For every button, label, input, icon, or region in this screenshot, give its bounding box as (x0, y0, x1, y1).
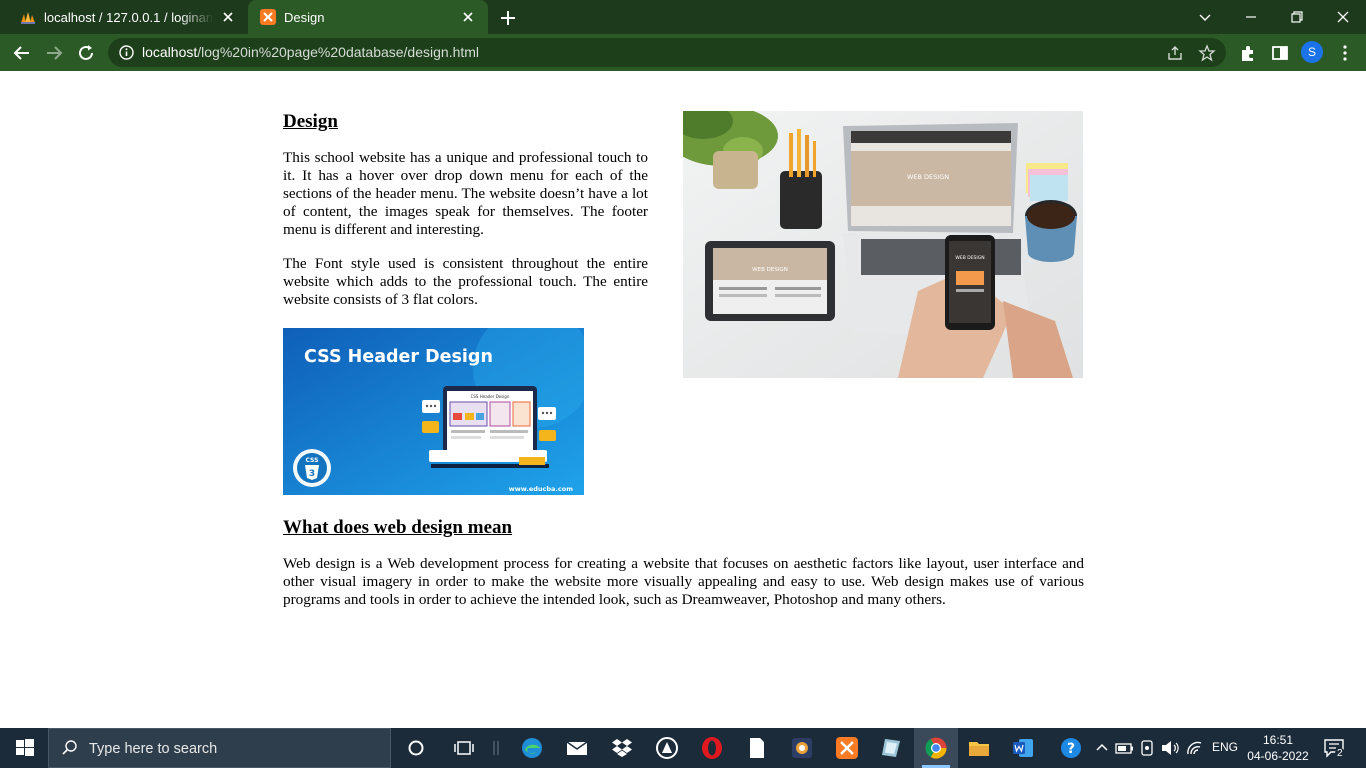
task-view-icon[interactable] (452, 736, 476, 760)
bookmark-star-icon[interactable] (1198, 44, 1216, 62)
css-header-design-image: CSS Header Design CSS Header Design CSS (283, 328, 584, 495)
clock-time: 16:51 (1262, 733, 1294, 747)
page-content: Design This school website has a unique … (0, 71, 1366, 728)
forward-icon[interactable] (43, 42, 65, 64)
phpmyadmin-icon (20, 9, 36, 25)
app-circle-icon[interactable] (655, 736, 679, 760)
menu-kebab-icon[interactable] (1334, 42, 1356, 64)
svg-text:?: ? (1067, 741, 1075, 757)
tablet-screen-text: WEB DESIGN (752, 267, 788, 273)
new-tab-icon[interactable] (498, 8, 518, 28)
tab-phpmyadmin[interactable]: localhost / 127.0.0.1 / loginandregister (8, 0, 248, 34)
tab-title: localhost / 127.0.0.1 / loginandregister (44, 9, 214, 25)
chrome-taskbar-active[interactable] (914, 728, 958, 768)
sticky-app-icon[interactable] (879, 736, 903, 760)
url-path: /log%20in%20page%20database/design.html (197, 44, 480, 60)
close-tab-icon[interactable] (220, 9, 236, 25)
help-icon[interactable]: ? (1059, 736, 1083, 760)
css-badge-label: CSS (306, 457, 319, 464)
chrome-icon (925, 737, 947, 759)
side-panel-icon[interactable] (1269, 42, 1291, 64)
restore-icon[interactable] (1286, 6, 1308, 28)
css-image-watermark: www.educba.com (509, 485, 573, 493)
clock[interactable]: 16:51 04-06-2022 (1240, 732, 1316, 764)
browser-toolbar: localhost/log%20in%20page%20database/des… (0, 34, 1366, 71)
design-paragraph-1: This school website has a unique and pro… (283, 149, 648, 238)
notepad-icon[interactable] (745, 736, 769, 760)
notification-count-badge: 2 (1335, 748, 1345, 759)
web-design-meaning-section: What does web design mean Web design is … (283, 517, 1084, 609)
battery-icon[interactable] (1112, 736, 1136, 760)
cortana-icon[interactable] (404, 736, 428, 760)
minimize-icon[interactable] (1240, 6, 1262, 28)
address-bar[interactable]: localhost/log%20in%20page%20database/des… (108, 38, 1226, 67)
tab-title: Design (284, 9, 325, 25)
profile-avatar[interactable]: S (1301, 41, 1323, 63)
tray-chevron-up-icon[interactable] (1090, 736, 1114, 760)
laptop-screen-text: WEB DESIGN (907, 173, 949, 181)
web-design-meaning-paragraph: Web design is a Web development process … (283, 555, 1084, 608)
taskbar-divider-icon (493, 741, 499, 755)
mail-icon[interactable] (565, 736, 589, 760)
search-placeholder: Type here to search (89, 741, 218, 757)
reload-icon[interactable] (75, 42, 97, 64)
svg-text:3: 3 (309, 469, 315, 479)
file-explorer-icon[interactable] (967, 736, 991, 760)
xampp-taskbar-icon[interactable] (835, 736, 859, 760)
photo-app-icon[interactable] (790, 736, 814, 760)
design-heading: Design (283, 111, 338, 132)
taskbar-search-box[interactable]: Type here to search (48, 728, 391, 768)
edge-icon[interactable] (520, 736, 544, 760)
site-info-icon[interactable] (118, 44, 135, 61)
opera-icon[interactable] (700, 736, 724, 760)
windows-start-icon[interactable] (13, 736, 37, 760)
tab-design[interactable]: Design (248, 0, 488, 34)
share-icon[interactable] (1166, 44, 1184, 62)
close-window-icon[interactable] (1332, 6, 1354, 28)
tab-search-chevron-icon[interactable] (1194, 6, 1216, 28)
phone-screen-text: WEB DESIGN (955, 255, 984, 261)
extensions-icon[interactable] (1237, 42, 1259, 64)
css-image-screen-title: CSS Header Design (471, 394, 510, 399)
dropbox-icon[interactable] (610, 736, 634, 760)
wifi-icon[interactable] (1183, 736, 1207, 760)
close-tab-icon[interactable] (460, 9, 476, 25)
meet-now-icon[interactable] (1135, 736, 1159, 760)
tab-strip: localhost / 127.0.0.1 / loginandregister… (0, 0, 1366, 34)
url-text[interactable]: localhost/log%20in%20page%20database/des… (142, 44, 479, 60)
web-design-meaning-heading: What does web design mean (283, 517, 513, 538)
search-icon (62, 740, 77, 755)
windows-taskbar: Type here to search ? ENG 16:51 04-06-20… (0, 728, 1366, 768)
web-design-workspace-image: WEB DESIGN WEB DESIGN WEB DESIGN (683, 111, 1083, 378)
css-image-title: CSS Header Design (304, 347, 493, 367)
design-paragraph-2: The Font style used is consistent throug… (283, 255, 648, 308)
xampp-icon (260, 9, 276, 25)
word-icon[interactable] (1011, 736, 1035, 760)
back-icon[interactable] (11, 42, 33, 64)
url-host: localhost (142, 44, 198, 60)
language-indicator[interactable]: ENG (1212, 740, 1238, 754)
clock-date: 04-06-2022 (1247, 749, 1309, 763)
volume-icon[interactable] (1158, 736, 1182, 760)
design-section: Design This school website has a unique … (283, 111, 648, 309)
